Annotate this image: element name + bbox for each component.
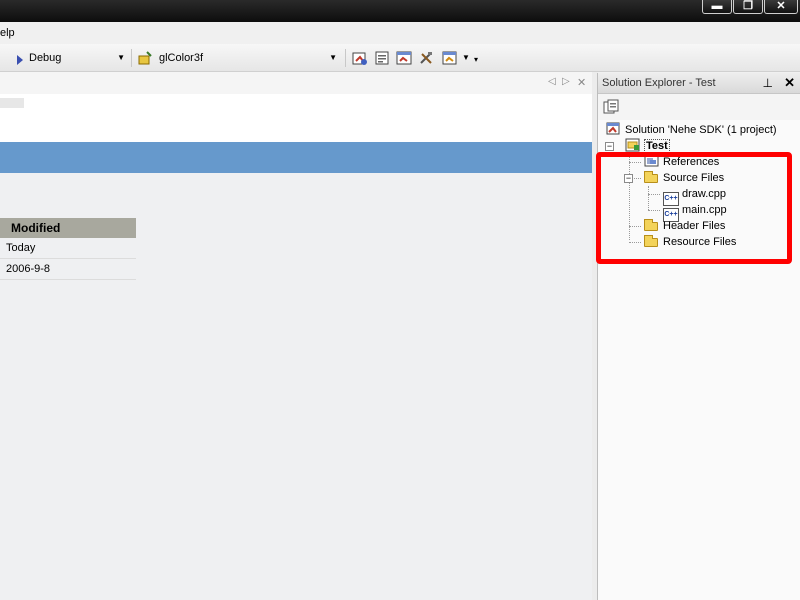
scroll-left-icon[interactable]: ◁ [548,76,556,87]
chevron-down-icon: ▼ [329,53,337,62]
window-controls: ▬ ❐ ✕ [702,0,798,14]
solution-explorer-title: Solution Explorer - Test [602,77,716,89]
header-shade [0,98,24,108]
toolbar-separator [131,49,132,67]
project-icon [625,138,640,152]
configuration-value: Debug [29,52,62,64]
start-page: Modified Today 2006-9-8 [0,94,592,600]
solution-properties-icon[interactable] [352,50,368,66]
find-in-files-icon[interactable] [137,50,153,66]
solution-explorer-titlebar: Solution Explorer - Test ⊥ ✕ [598,73,800,94]
toolbar-separator [345,49,346,67]
close-panel-icon[interactable]: ✕ [784,75,795,91]
pin-icon[interactable]: ⊥ [763,76,773,90]
recent-projects-table: Modified Today 2006-9-8 [0,218,136,280]
maximize-button[interactable]: ❐ [733,0,763,14]
class-view-icon[interactable] [442,50,458,66]
minimize-button[interactable]: ▬ [702,0,732,14]
modified-column-header[interactable]: Modified [0,218,136,238]
solution-configuration-dropdown[interactable]: Debug ▼ [28,49,128,67]
tree-item-label: Test [644,139,670,153]
highlight-annotation [596,152,792,264]
title-bar: ▬ ❐ ✕ [0,0,800,22]
tree-item-solution[interactable]: Solution 'Nehe SDK' (1 project) [606,122,777,138]
solution-icon [606,122,620,135]
scroll-right-icon[interactable]: ▷ [562,76,570,87]
solution-explorer-toolbar [598,94,800,120]
play-arrow-icon [17,55,23,65]
toolbar-options-icon[interactable]: ▾ [474,55,478,64]
start-page-banner [0,142,592,173]
collapse-project-toggle[interactable]: − [605,142,614,151]
find-combo[interactable]: glColor3f ▼ [158,49,340,67]
close-document-icon[interactable]: ✕ [577,76,586,89]
menu-help[interactable]: elp [0,27,15,39]
document-tab-bar: ◁ ▷ ✕ [0,72,592,94]
modified-cell: Today [0,238,136,259]
chevron-down-icon[interactable]: ▼ [462,53,470,62]
chevron-down-icon: ▼ [117,53,125,62]
menu-bar: elp [0,22,800,44]
modified-cell: 2006-9-8 [0,259,136,280]
properties-icon[interactable] [374,50,390,66]
tree-item-label: Solution 'Nehe SDK' (1 project) [625,124,777,136]
find-value: glColor3f [159,52,204,64]
start-page-header [0,94,592,142]
object-browser-icon[interactable] [396,50,412,66]
close-window-button[interactable]: ✕ [764,0,798,14]
toolbox-icon[interactable] [418,50,434,66]
properties-icon[interactable] [603,99,619,115]
standard-toolbar: Debug ▼ glColor3f ▼ ▼ ▾ [0,44,800,72]
